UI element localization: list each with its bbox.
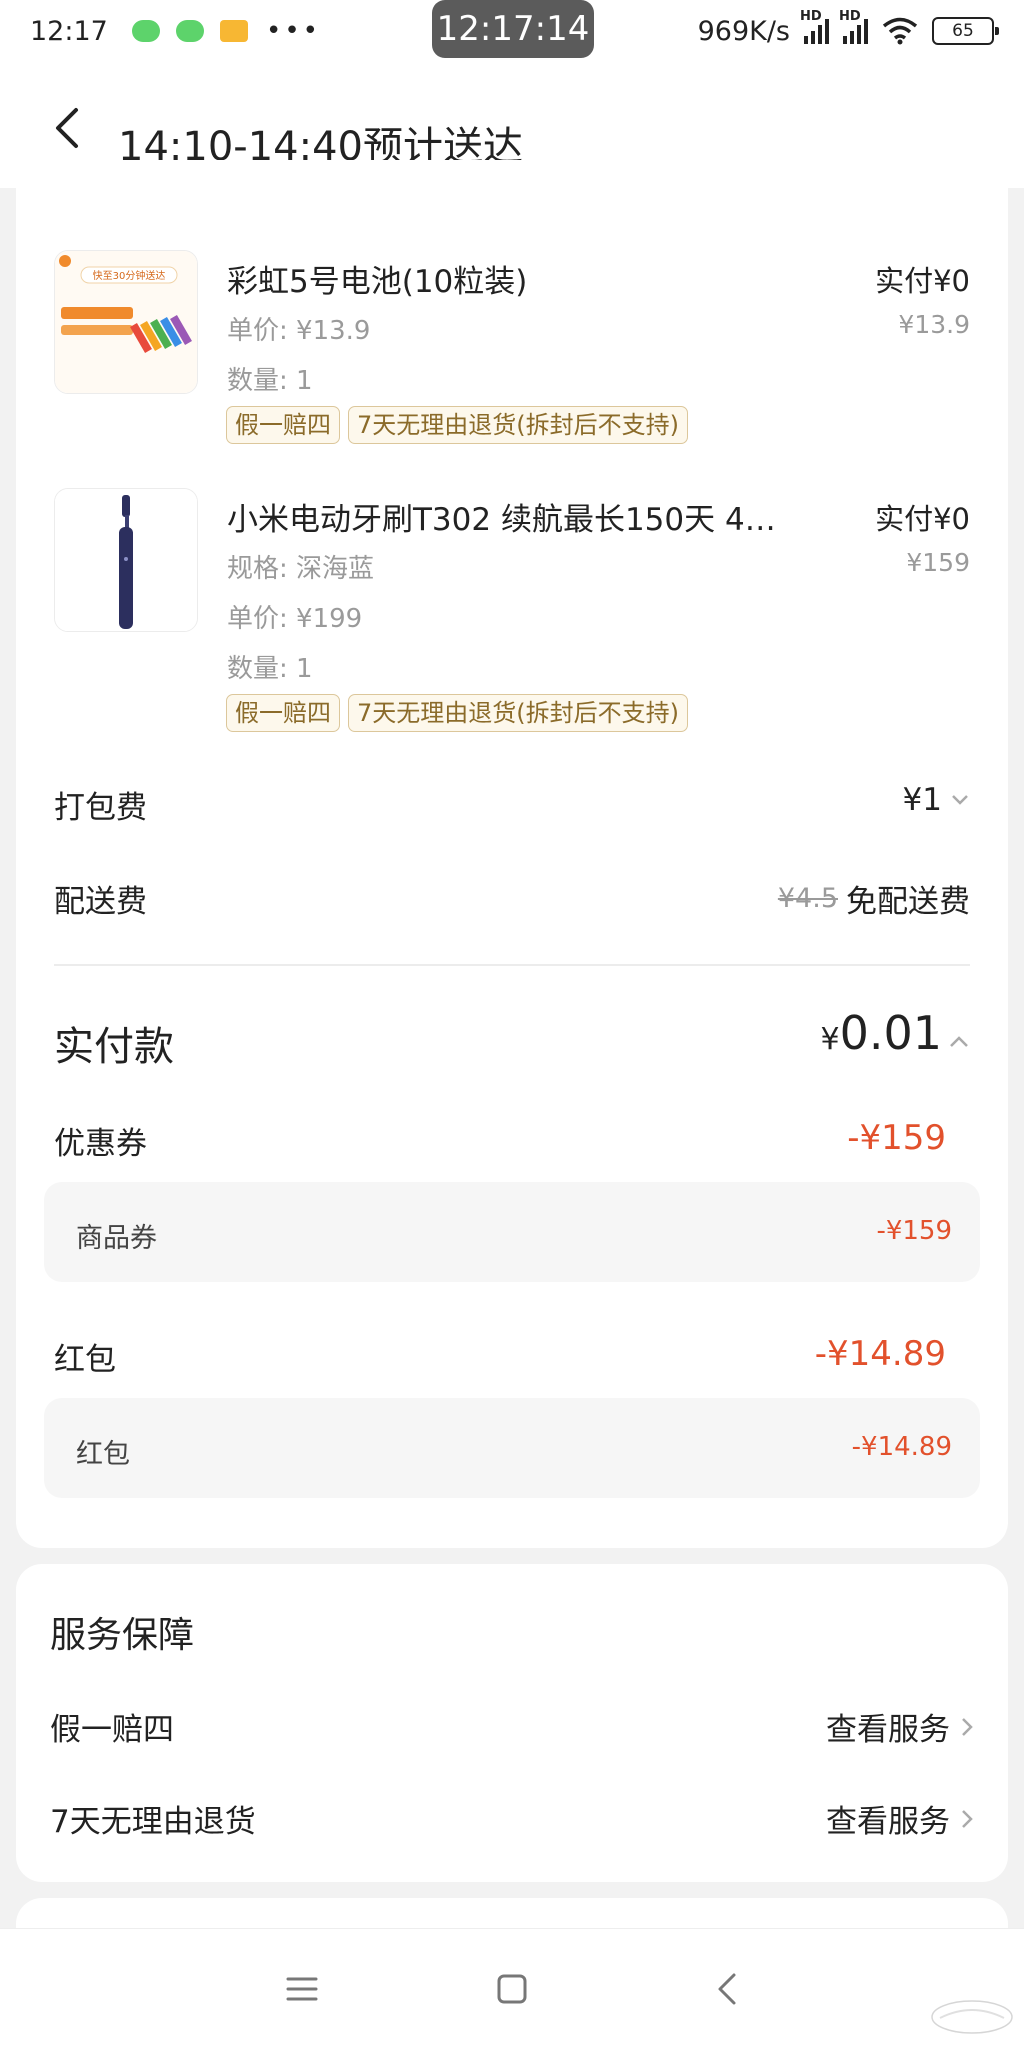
product-thumbnail[interactable] bbox=[54, 488, 198, 632]
delivery-fee-label: 配送费 bbox=[54, 884, 147, 920]
product-thumbnail[interactable]: 快至30分钟送达 bbox=[54, 250, 198, 394]
view-service-link[interactable]: 查看服务 bbox=[826, 1796, 974, 1841]
watermark-logo-icon bbox=[931, 2000, 1013, 2034]
red-packet-detail-box: 红包 -¥14.89 bbox=[44, 1398, 980, 1498]
service-name: 假一赔四 bbox=[50, 1712, 174, 1748]
service-name: 7天无理由退货 bbox=[50, 1804, 256, 1840]
total-paid-label: 实付款 bbox=[54, 1024, 174, 1070]
packing-fee-label: 打包费 bbox=[54, 790, 147, 826]
chevron-up-icon bbox=[950, 1036, 968, 1047]
product-unit-price: 单价: ¥13.9 bbox=[227, 316, 371, 346]
wechat-notification-icon bbox=[176, 20, 204, 42]
product-unit-price: 单价: ¥199 bbox=[227, 604, 363, 634]
chevron-right-icon bbox=[962, 1809, 973, 1828]
battery-pack-image: 快至30分钟送达 bbox=[55, 251, 197, 393]
menu-icon[interactable] bbox=[282, 1969, 322, 2009]
product-paid-amount: 实付¥0 bbox=[875, 264, 970, 298]
product-quantity: 数量: 1 bbox=[227, 366, 313, 396]
packing-fee-value: ¥1 bbox=[902, 782, 942, 818]
divider bbox=[54, 964, 970, 966]
back-icon[interactable] bbox=[708, 1969, 748, 2009]
thumbnail-banner-text: 快至30分钟送达 bbox=[93, 269, 166, 282]
tag-seven-day-return[interactable]: 7天无理由退货(拆封后不支持) bbox=[348, 406, 688, 444]
red-packet-sub-amount: -¥14.89 bbox=[851, 1432, 952, 1462]
status-bar: 12:17 ••• 12:17:14 969K/s HD HD 65 bbox=[0, 0, 1024, 62]
chevron-down-icon bbox=[952, 795, 968, 805]
total-currency: ¥ bbox=[820, 1022, 840, 1057]
product-original-price: ¥159 bbox=[906, 548, 970, 577]
service-row[interactable]: 假一赔四 查看服务 bbox=[16, 1704, 1008, 1754]
red-packet-amount: -¥14.89 bbox=[814, 1334, 946, 1374]
tag-fake-compensation[interactable]: 假一赔四 bbox=[226, 406, 340, 444]
product-coupon-label: 商品券 bbox=[76, 1223, 157, 1254]
battery-icon: 65 bbox=[932, 17, 999, 45]
product-title: 小米电动牙刷T302 续航最长150天 4… bbox=[227, 502, 776, 538]
home-icon[interactable] bbox=[492, 1969, 532, 2009]
packing-fee-toggle[interactable]: ¥1 bbox=[903, 782, 970, 818]
coupon-amount: -¥159 bbox=[847, 1118, 946, 1158]
product-original-price: ¥13.9 bbox=[898, 310, 970, 339]
status-time: 12:17 bbox=[30, 15, 108, 47]
view-service-label: 查看服务 bbox=[826, 1712, 950, 1748]
more-notifications-icon: ••• bbox=[266, 16, 322, 46]
view-service-label: 查看服务 bbox=[826, 1804, 950, 1840]
order-item[interactable]: 快至30分钟送达 彩虹5号电池(10粒装) 单价: ¥13.9 数量: 1 实付… bbox=[16, 250, 1008, 450]
service-title: 服务保障 bbox=[50, 1615, 195, 1656]
product-title: 彩虹5号电池(10粒装) bbox=[227, 264, 528, 300]
toothbrush-image bbox=[55, 489, 197, 631]
chevron-right-icon bbox=[962, 1717, 973, 1736]
red-packet-label: 红包 bbox=[54, 1342, 116, 1378]
back-arrow-icon[interactable] bbox=[48, 106, 88, 150]
service-guarantee-card: 服务保障 假一赔四 查看服务 7天无理由退货 查看服务 bbox=[16, 1564, 1008, 1882]
view-service-link[interactable]: 查看服务 bbox=[826, 1704, 974, 1749]
product-spec: 规格: 深海蓝 bbox=[227, 554, 375, 584]
wifi-icon bbox=[882, 17, 918, 45]
service-row[interactable]: 7天无理由退货 查看服务 bbox=[16, 1796, 1008, 1846]
message-notification-icon bbox=[220, 20, 248, 42]
tag-seven-day-return[interactable]: 7天无理由退货(拆封后不支持) bbox=[348, 694, 688, 732]
signal-icon: HD bbox=[800, 9, 829, 44]
total-paid-toggle[interactable]: ¥ 0.01 bbox=[820, 1006, 970, 1060]
tag-fake-compensation[interactable]: 假一赔四 bbox=[226, 694, 340, 732]
wechat-notification-icon bbox=[132, 20, 160, 42]
clock-overlay: 12:17:14 bbox=[432, 0, 594, 58]
signal-icon: HD bbox=[839, 9, 868, 44]
product-quantity: 数量: 1 bbox=[227, 654, 313, 684]
delivery-fee-value: 免配送费 bbox=[846, 884, 970, 920]
delivery-fee-original: ¥4.5 bbox=[777, 883, 838, 914]
red-packet-sub-label: 红包 bbox=[76, 1439, 130, 1470]
product-paid-amount: 实付¥0 bbox=[875, 502, 970, 536]
total-paid-amount: 0.01 bbox=[839, 1006, 942, 1060]
coupon-label: 优惠券 bbox=[54, 1126, 147, 1162]
coupon-detail-box: 商品券 -¥159 bbox=[44, 1182, 980, 1282]
order-item[interactable]: 小米电动牙刷T302 续航最长150天 4… 规格: 深海蓝 单价: ¥199 … bbox=[16, 488, 1008, 748]
delivery-fee: ¥4.5 免配送费 bbox=[778, 876, 970, 921]
order-detail-card: 快至30分钟送达 彩虹5号电池(10粒装) 单价: ¥13.9 数量: 1 实付… bbox=[16, 160, 1008, 1548]
network-speed: 969K/s bbox=[697, 15, 790, 47]
system-navigation-bar bbox=[0, 1928, 1024, 2048]
product-coupon-amount: -¥159 bbox=[876, 1216, 952, 1246]
